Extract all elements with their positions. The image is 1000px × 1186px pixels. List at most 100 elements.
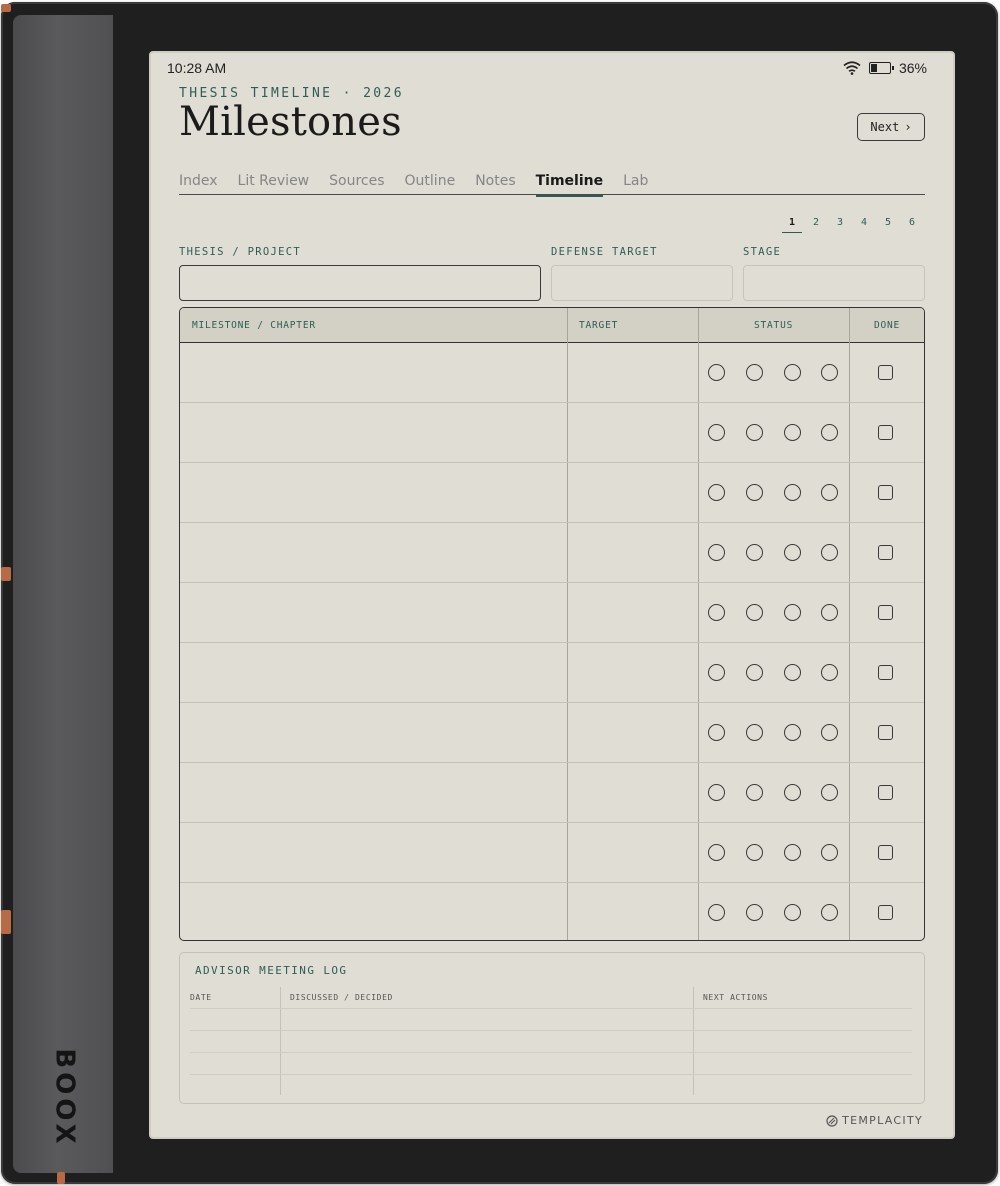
log-line[interactable] [190,1008,912,1009]
battery-icon [868,62,894,74]
table-row[interactable] [180,403,924,463]
project-field[interactable] [179,265,541,301]
milestone-table: MILESTONE / CHAPTER TARGET STATUS DONE [179,307,925,941]
page-link-4[interactable]: 4 [859,217,869,228]
battery-percent: 36% [898,60,927,76]
done-checkbox[interactable] [878,485,893,500]
table-row[interactable] [180,883,924,940]
table-row[interactable] [180,763,924,823]
done-checkbox[interactable] [878,845,893,860]
status-circle[interactable] [708,664,725,681]
status-circle[interactable] [746,544,763,561]
status-circle[interactable] [821,904,838,921]
status-circle[interactable] [746,844,763,861]
status-circle[interactable] [746,664,763,681]
status-circle[interactable] [784,424,801,441]
status-circle[interactable] [746,484,763,501]
status-circle[interactable] [784,904,801,921]
status-circle[interactable] [821,604,838,621]
status-circle[interactable] [784,844,801,861]
status-circle[interactable] [708,544,725,561]
done-checkbox[interactable] [878,545,893,560]
table-row[interactable] [180,703,924,763]
templacity-logo: TEMPLACITY [826,1114,923,1127]
tab-outline[interactable]: Outline [405,171,456,194]
device-spine [13,15,113,1173]
tab-lab[interactable]: Lab [623,171,648,194]
status-circle[interactable] [821,844,838,861]
done-checkbox[interactable] [878,665,893,680]
stage-field[interactable] [743,265,925,301]
table-row[interactable] [180,643,924,703]
log-col-next-actions: NEXT ACTIONS [703,993,768,1002]
status-circle[interactable] [708,904,725,921]
page-link-1[interactable]: 1 [782,217,802,233]
status-circle[interactable] [784,484,801,501]
status-circle[interactable] [821,484,838,501]
defense-target-field[interactable] [551,265,733,301]
status-circle[interactable] [784,784,801,801]
status-circle[interactable] [821,724,838,741]
table-row[interactable] [180,823,924,883]
page-link-2[interactable]: 2 [811,217,821,228]
table-row[interactable] [180,463,924,523]
status-circle[interactable] [708,784,725,801]
tab-lit-review[interactable]: Lit Review [238,171,310,194]
section-tabs: Index Lit Review Sources Outline Notes T… [179,171,925,197]
done-checkbox[interactable] [878,725,893,740]
tab-timeline[interactable]: Timeline [535,171,603,197]
status-circle[interactable] [746,724,763,741]
status-circle[interactable] [746,364,763,381]
log-line[interactable] [190,1074,912,1075]
next-button-label: Next [870,120,900,134]
status-circle[interactable] [708,604,725,621]
status-circle[interactable] [821,544,838,561]
status-circle[interactable] [746,784,763,801]
chevron-right-icon: › [904,120,912,134]
col-header-milestone: MILESTONE / CHAPTER [192,320,316,331]
status-circle[interactable] [708,844,725,861]
status-circle[interactable] [708,484,725,501]
status-circle[interactable] [746,904,763,921]
table-row[interactable] [180,343,924,403]
done-checkbox[interactable] [878,785,893,800]
tab-notes[interactable]: Notes [475,171,515,194]
status-circle[interactable] [821,424,838,441]
status-circle[interactable] [784,364,801,381]
advisor-log-title: ADVISOR MEETING LOG [195,964,348,977]
page-link-6[interactable]: 6 [907,217,917,228]
page-link-5[interactable]: 5 [883,217,893,228]
status-circle[interactable] [784,544,801,561]
status-circle[interactable] [784,664,801,681]
done-checkbox[interactable] [878,365,893,380]
wifi-icon [843,61,861,75]
table-row[interactable] [180,523,924,583]
status-circle[interactable] [708,364,725,381]
page-title: Milestones [179,99,402,145]
log-line[interactable] [190,1030,912,1031]
done-checkbox[interactable] [878,425,893,440]
tab-sources[interactable]: Sources [329,171,384,194]
status-circle[interactable] [784,724,801,741]
log-column-divider [280,987,281,1095]
log-line[interactable] [190,1052,912,1053]
status-circle[interactable] [784,604,801,621]
copper-accent-top [1,4,11,12]
page-link-3[interactable]: 3 [835,217,845,228]
done-checkbox[interactable] [878,905,893,920]
tab-index[interactable]: Index [179,171,218,194]
status-circle[interactable] [821,664,838,681]
done-checkbox[interactable] [878,605,893,620]
system-indicators: 36% [843,60,927,76]
log-col-date: DATE [190,993,212,1002]
col-header-done: DONE [874,320,901,331]
status-circle[interactable] [821,364,838,381]
table-row[interactable] [180,583,924,643]
status-circle[interactable] [821,784,838,801]
copper-accent-lower [1,910,11,934]
status-circle[interactable] [708,424,725,441]
next-button[interactable]: Next › [857,113,925,141]
status-circle[interactable] [746,604,763,621]
status-circle[interactable] [708,724,725,741]
status-circle[interactable] [746,424,763,441]
